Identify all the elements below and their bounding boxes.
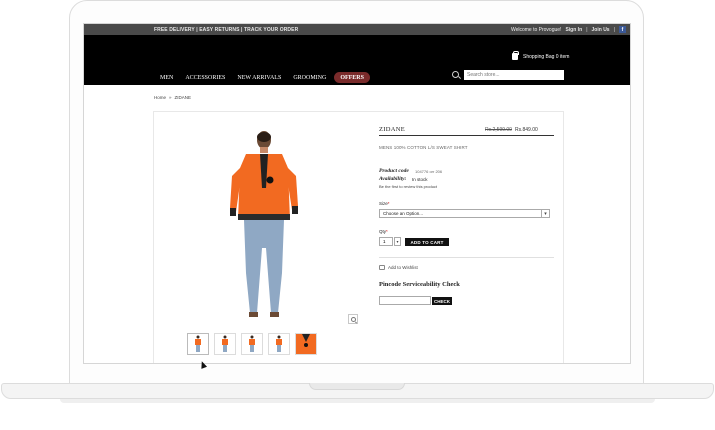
thumbnail[interactable] [241,333,263,355]
facebook-icon[interactable]: f [619,26,626,33]
search-icon[interactable] [452,70,461,80]
shopping-bag-icon[interactable] [512,51,519,60]
laptop-foot [60,399,655,403]
breadcrumb-separator: » [169,95,172,100]
shopping-bag-link[interactable]: Shopping Bag 0 item [523,54,569,60]
size-label-text: Size [379,201,388,206]
wishlist-link[interactable]: Add to Wishlist [379,265,418,270]
breadcrumb-current: ZIDANE [174,95,192,100]
product-name: ZIDANE [379,126,405,133]
required-mark: * [387,201,390,206]
thumbnail-strip [187,333,317,355]
thumbnail[interactable] [214,333,236,355]
thumbnail-closeup[interactable] [295,333,317,355]
size-select-value: Choose an Option... [383,211,424,216]
availability-label: Availability: [379,176,407,182]
check-button[interactable]: CHECK [432,297,452,305]
size-label: Size* [379,201,390,206]
pincode-title: Pincode Serviceability Check [379,281,460,288]
site-header: Shopping Bag 0 item MEN ACCESSORIES NEW … [84,35,630,85]
required-mark: * [386,229,388,234]
nav-new-arrivals[interactable]: NEW ARRIVALS [231,72,287,83]
zoom-icon[interactable] [348,314,358,324]
wishlist-label: Add to Wishlist [388,265,418,270]
main-nav: MEN ACCESSORIES NEW ARRIVALS GROOMING OF… [154,72,370,83]
sign-in-link[interactable]: Sign In [565,27,582,33]
thumbnail[interactable] [187,333,209,355]
pincode-input[interactable] [379,296,431,305]
product-details: ZIDANE Rs.2,599.00 Rs.849.00 MENS 100% C… [379,112,554,363]
top-bar: FREE DELIVERY | EASY RETURNS | TRACK YOU… [84,24,630,35]
size-select[interactable]: Choose an Option... ▾ [379,209,550,218]
add-to-cart-button[interactable]: ADD TO CART [405,238,449,246]
divider [379,257,554,258]
welcome-text: Welcome to Provogue! [510,26,562,33]
search-bar [452,70,564,80]
qty-input[interactable]: 1 [379,237,393,246]
nav-grooming[interactable]: GROOMING [287,72,332,83]
availability-value: In stock [412,177,428,182]
old-price: Rs.2,599.00 [485,127,512,133]
search-input[interactable] [464,70,564,80]
join-us-link[interactable]: Join Us [592,27,610,33]
product-panel: ZIDANE Rs.2,599.00 Rs.849.00 MENS 100% C… [153,111,564,363]
product-code-value: 104776 orr 206 [415,169,443,174]
separator: | [586,26,588,33]
wishlist-icon [379,265,385,270]
qty-stepper[interactable]: ▾ [394,237,401,246]
separator: | [613,26,615,33]
product-code-label: Product code [379,168,409,174]
chevron-down-icon: ▾ [541,210,549,217]
thumbnail[interactable] [268,333,290,355]
qty-label-text: Qty [379,229,387,234]
account-links: Welcome to Provogue! Sign In | Join Us |… [510,24,630,35]
product-main-image[interactable] [224,128,304,320]
nav-men[interactable]: MEN [154,72,179,83]
qty-label: Qty* [379,229,388,234]
breadcrumb: Home » ZIDANE [154,95,191,100]
browser-screen: FREE DELIVERY | EASY RETURNS | TRACK YOU… [83,23,631,364]
review-link[interactable]: Be the first to review this product [379,184,437,189]
product-description: MENS 100% COTTON L/S SWEAT SHIRT [379,145,468,150]
nav-offers[interactable]: OFFERS [334,72,370,83]
breadcrumb-home[interactable]: Home [154,95,166,100]
divider [379,135,554,136]
laptop-notch [309,383,405,390]
new-price: Rs.849.00 [515,127,538,133]
promo-text: FREE DELIVERY | EASY RETURNS | TRACK YOU… [154,27,299,33]
nav-accessories[interactable]: ACCESSORIES [179,72,231,83]
